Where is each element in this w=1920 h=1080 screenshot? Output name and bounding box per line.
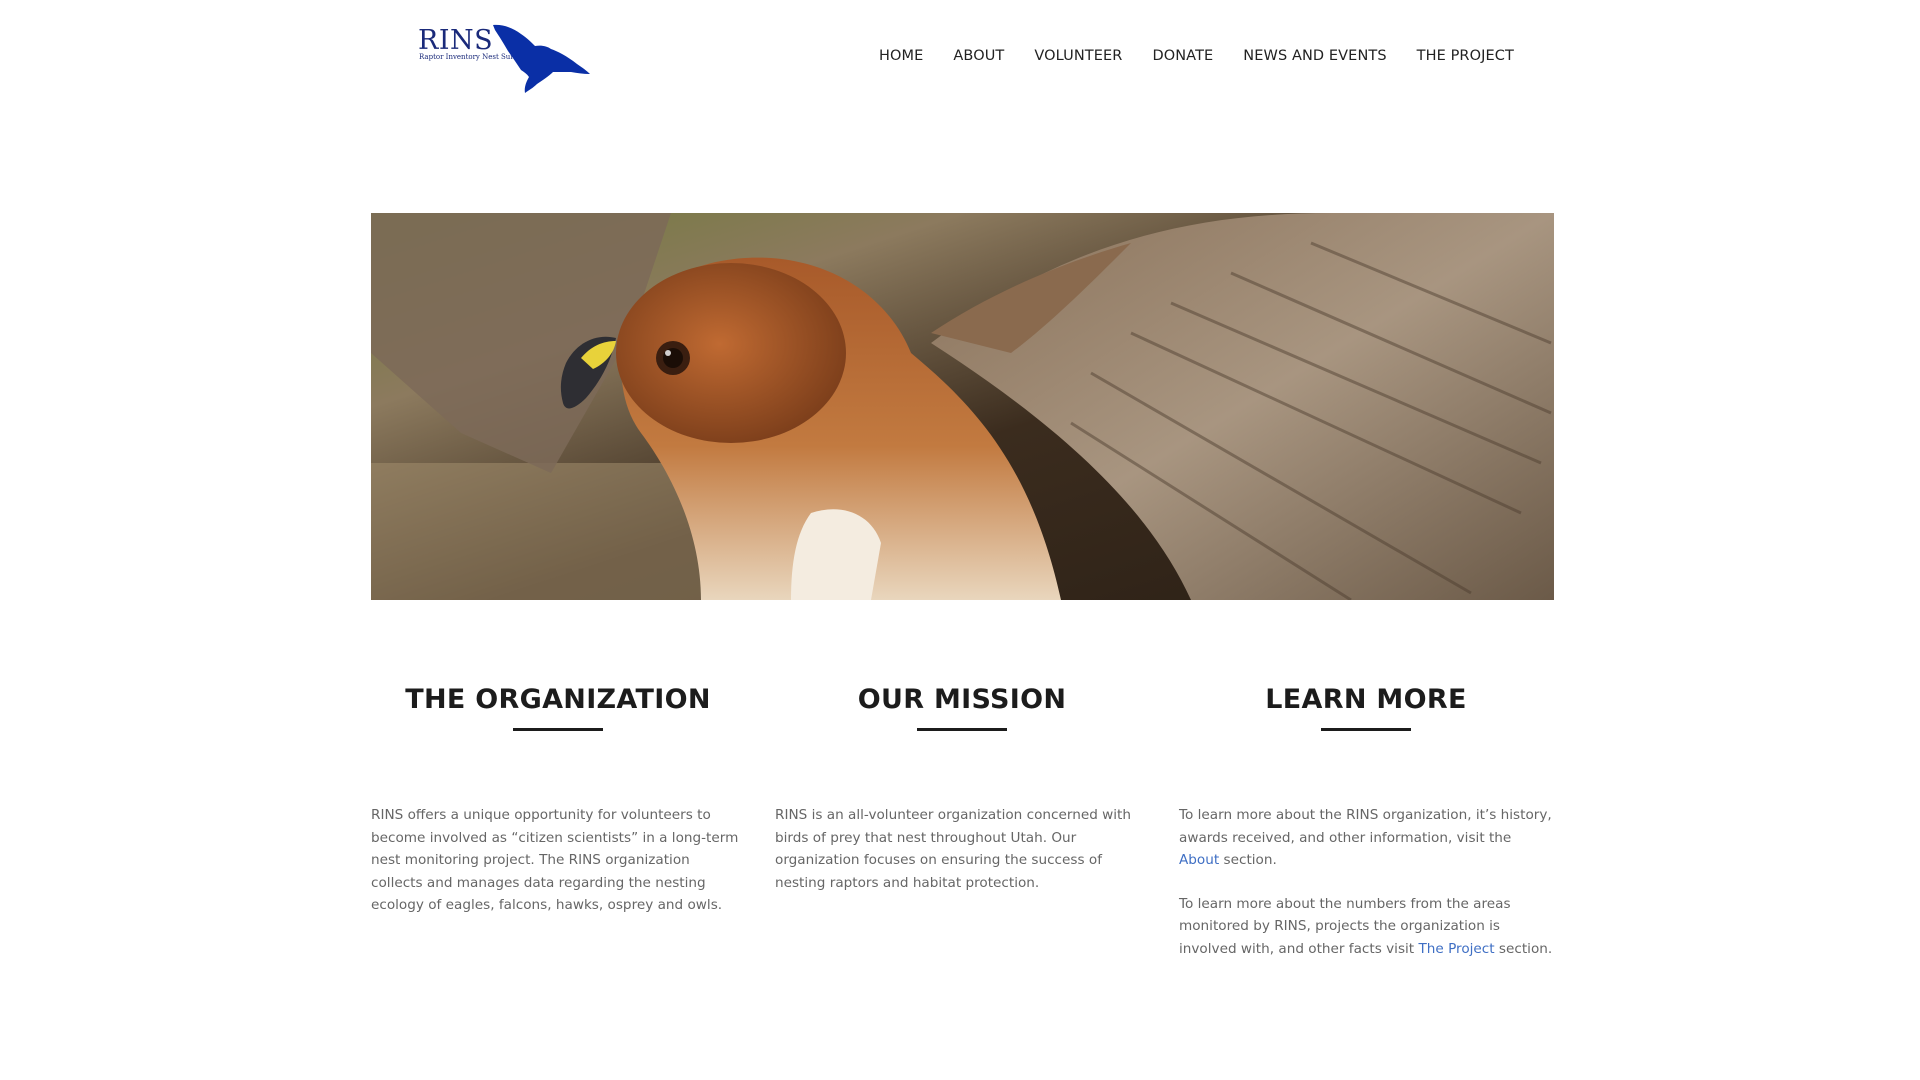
site-logo[interactable]: RINS Raptor Inventory Nest Survey	[418, 22, 590, 94]
hawk-photo	[371, 213, 1554, 600]
eagle-icon	[493, 24, 590, 94]
nav-donate[interactable]: DONATE	[1152, 45, 1213, 67]
mission-heading: OUR MISSION	[857, 684, 1067, 715]
mission-column: OUR MISSION RINS is an all-volunteer org…	[775, 680, 1149, 894]
nav-volunteer[interactable]: VOLUNTEER	[1034, 45, 1122, 67]
nav-news-and-events[interactable]: NEWS AND EVENTS	[1243, 45, 1386, 67]
learn-more-about-text: To learn more about the RINS organizatio…	[1179, 804, 1553, 872]
learn-more-heading: LEARN MORE	[1265, 684, 1467, 715]
nav-about[interactable]: ABOUT	[953, 45, 1004, 67]
organization-heading: THE ORGANIZATION	[405, 684, 711, 715]
mission-text: RINS is an all-volunteer organization co…	[775, 807, 1131, 891]
organization-text: RINS offers a unique opportunity for vol…	[371, 807, 739, 913]
organization-column: THE ORGANIZATION RINS offers a unique op…	[371, 680, 745, 917]
learn-more-about-suffix: section.	[1219, 852, 1277, 868]
nav-home[interactable]: HOME	[879, 45, 923, 67]
site-header: RINS Raptor Inventory Nest Survey HOME A…	[0, 0, 1920, 110]
logo-title: RINS	[418, 25, 494, 56]
learn-more-column: LEARN MORE To learn more about the RINS …	[1179, 680, 1553, 960]
the-project-link[interactable]: The Project	[1418, 941, 1494, 957]
heading-underline	[513, 728, 603, 731]
hero-image	[371, 213, 1554, 600]
about-link[interactable]: About	[1179, 852, 1219, 868]
heading-underline	[917, 728, 1007, 731]
main-nav: HOME ABOUT VOLUNTEER DONATE NEWS AND EVE…	[879, 45, 1514, 67]
heading-underline	[1321, 728, 1411, 731]
learn-more-about-prefix: To learn more about the RINS organizatio…	[1179, 807, 1552, 846]
nav-the-project[interactable]: THE PROJECT	[1417, 45, 1514, 67]
learn-more-project-text: To learn more about the numbers from the…	[1179, 893, 1553, 961]
learn-more-project-suffix: section.	[1494, 940, 1553, 957]
